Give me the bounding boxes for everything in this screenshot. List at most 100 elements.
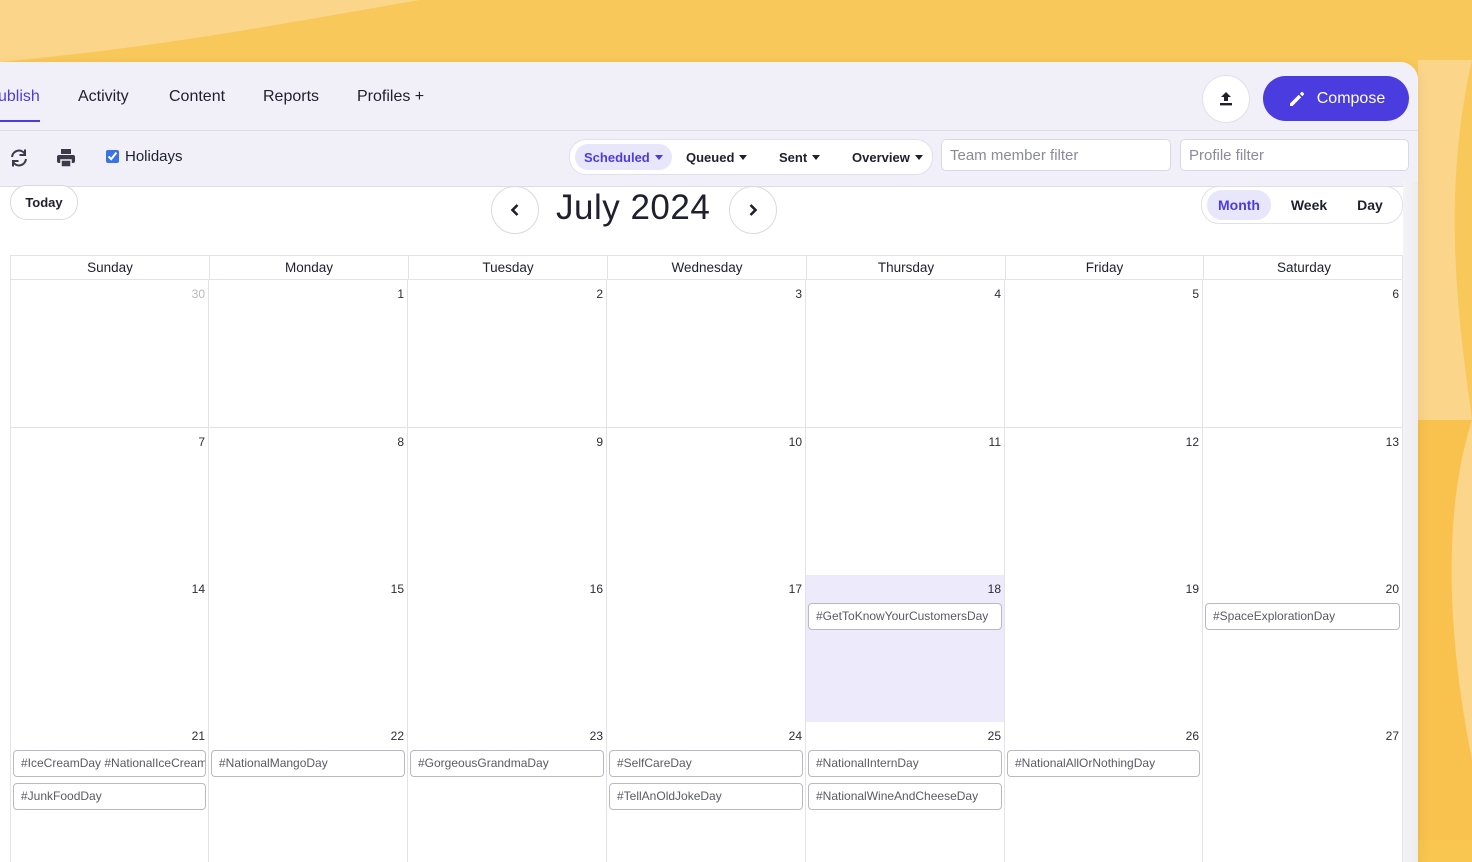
calendar-day-cell[interactable]: 17 bbox=[607, 575, 806, 723]
tab-content[interactable]: Content bbox=[169, 88, 225, 106]
tab-reports[interactable]: Reports bbox=[263, 88, 319, 106]
holidays-checkbox[interactable] bbox=[106, 150, 119, 163]
holiday-event[interactable]: #NationalInternDay bbox=[808, 750, 1002, 777]
day-number: 3 bbox=[795, 287, 802, 301]
day-number: 4 bbox=[994, 287, 1001, 301]
view-month-button[interactable]: Month bbox=[1207, 190, 1271, 220]
upload-icon bbox=[1220, 92, 1232, 106]
day-number: 18 bbox=[987, 582, 1001, 596]
calendar-day-cell[interactable]: 19 bbox=[1005, 575, 1203, 723]
day-number: 17 bbox=[788, 582, 802, 596]
calendar-day-cell[interactable]: 2 bbox=[408, 280, 607, 428]
day-number: 2 bbox=[596, 287, 603, 301]
holiday-event[interactable]: #SelfCareDay bbox=[609, 750, 803, 777]
holiday-event[interactable]: #NationalMangoDay bbox=[211, 750, 405, 777]
day-number: 1 bbox=[397, 287, 404, 301]
calendar-day-cell[interactable]: 23 #GorgeousGrandmaDay bbox=[408, 722, 607, 862]
view-day-button[interactable]: Day bbox=[1344, 190, 1396, 220]
calendar-day-cell[interactable]: 7 bbox=[10, 428, 209, 576]
status-filter-group: Scheduled Queued Sent Overview bbox=[569, 139, 933, 175]
weekday-header: Tuesday bbox=[409, 256, 608, 280]
calendar-day-cell[interactable]: 11 bbox=[806, 428, 1005, 576]
filter-queued[interactable]: Queued bbox=[677, 144, 756, 170]
calendar-day-cell[interactable]: 26 #NationalAllOrNothingDay bbox=[1005, 722, 1203, 862]
day-number: 25 bbox=[987, 729, 1001, 743]
day-number: 23 bbox=[589, 729, 603, 743]
app-window: ublish Activity Content Reports Profiles… bbox=[0, 62, 1418, 862]
holiday-event[interactable]: #GorgeousGrandmaDay bbox=[410, 750, 604, 777]
calendar-day-cell[interactable]: 16 bbox=[408, 575, 607, 723]
day-number: 14 bbox=[191, 582, 205, 596]
calendar-day-cell[interactable]: 14 bbox=[10, 575, 209, 723]
active-tab-indicator bbox=[0, 120, 40, 122]
calendar-day-cell[interactable]: 13 bbox=[1203, 428, 1403, 576]
calendar-day-cell[interactable]: 8 bbox=[209, 428, 408, 576]
day-number: 5 bbox=[1192, 287, 1199, 301]
weekday-header: Wednesday bbox=[608, 256, 807, 280]
month-title: July 2024 bbox=[556, 188, 711, 227]
holidays-toggle[interactable]: Holidays bbox=[106, 148, 183, 165]
filter-queued-label: Queued bbox=[686, 149, 735, 165]
compose-label: Compose bbox=[1316, 89, 1386, 107]
holiday-event[interactable]: #JunkFoodDay bbox=[13, 783, 206, 810]
profile-filter-input[interactable] bbox=[1180, 139, 1409, 171]
calendar-day-cell-today[interactable]: 18 #GetToKnowYourCustomersDay bbox=[806, 575, 1005, 723]
calendar-day-cell[interactable]: 22 #NationalMangoDay bbox=[209, 722, 408, 862]
calendar-day-cell[interactable]: 1 bbox=[209, 280, 408, 428]
prev-month-button[interactable] bbox=[491, 186, 539, 234]
filter-overview[interactable]: Overview bbox=[843, 144, 932, 170]
holiday-event[interactable]: #TellAnOldJokeDay bbox=[609, 783, 803, 810]
day-number: 15 bbox=[390, 582, 404, 596]
calendar-day-cell[interactable]: 3 bbox=[607, 280, 806, 428]
weekday-header: Sunday bbox=[11, 256, 210, 280]
calendar-day-cell[interactable]: 5 bbox=[1005, 280, 1203, 428]
holiday-event[interactable]: #IceCreamDay #NationalIceCreamMonth bbox=[13, 750, 206, 777]
today-button[interactable]: Today bbox=[10, 185, 78, 220]
holiday-event[interactable]: #SpaceExplorationDay bbox=[1205, 603, 1400, 630]
holiday-event[interactable]: #NationalWineAndCheeseDay bbox=[808, 783, 1002, 810]
next-month-button[interactable] bbox=[729, 186, 777, 234]
calendar-day-cell[interactable]: 6 bbox=[1203, 280, 1403, 428]
calendar-day-cell[interactable]: 12 bbox=[1005, 428, 1203, 576]
calendar-day-cell[interactable]: 21 #IceCreamDay #NationalIceCreamMonth #Ju… bbox=[10, 722, 209, 862]
day-number: 22 bbox=[390, 729, 404, 743]
weekday-header: Friday bbox=[1006, 256, 1204, 280]
day-number: 9 bbox=[596, 435, 603, 449]
tab-activity[interactable]: Activity bbox=[78, 88, 129, 106]
top-nav: ublish Activity Content Reports Profiles… bbox=[0, 62, 1418, 131]
upload-button[interactable] bbox=[1202, 75, 1250, 123]
filter-scheduled[interactable]: Scheduled bbox=[575, 144, 672, 170]
print-icon[interactable] bbox=[55, 147, 77, 169]
calendar-day-cell[interactable]: 4 bbox=[806, 280, 1005, 428]
calendar-day-cell[interactable]: 27 bbox=[1203, 722, 1403, 862]
filter-sent[interactable]: Sent bbox=[770, 144, 829, 170]
calendar-day-cell[interactable]: 25 #NationalInternDay #NationalWineAndChee… bbox=[806, 722, 1005, 862]
day-number: 24 bbox=[788, 729, 802, 743]
calendar-day-cell[interactable]: 20 #SpaceExplorationDay bbox=[1203, 575, 1403, 723]
calendar-toolbar: Holidays Scheduled Queued Sent Overview bbox=[0, 131, 1418, 187]
calendar-day-cell[interactable]: 24 #SelfCareDay #TellAnOldJokeDay bbox=[607, 722, 806, 862]
holidays-label: Holidays bbox=[125, 148, 183, 165]
tab-publish[interactable]: ublish bbox=[0, 88, 40, 106]
compose-button[interactable]: Compose bbox=[1263, 76, 1409, 121]
day-number: 10 bbox=[788, 435, 802, 449]
day-number: 11 bbox=[988, 435, 1001, 449]
calendar-day-cell[interactable]: 15 bbox=[209, 575, 408, 723]
holiday-event[interactable]: #GetToKnowYourCustomersDay bbox=[808, 603, 1002, 630]
day-number: 16 bbox=[589, 582, 603, 596]
view-week-button[interactable]: Week bbox=[1280, 190, 1338, 220]
day-number: 26 bbox=[1185, 729, 1199, 743]
team-member-filter-input[interactable] bbox=[941, 139, 1171, 171]
refresh-icon[interactable] bbox=[8, 147, 30, 169]
holiday-event[interactable]: #NationalAllOrNothingDay bbox=[1007, 750, 1200, 777]
tab-profiles[interactable]: Profiles + bbox=[357, 88, 424, 106]
chevron-down-icon bbox=[812, 154, 821, 160]
chevron-down-icon bbox=[914, 154, 923, 160]
chevron-down-icon bbox=[739, 154, 748, 160]
chevron-right-icon bbox=[749, 204, 758, 216]
calendar-day-cell[interactable]: 30 bbox=[10, 280, 209, 428]
day-number: 30 bbox=[191, 287, 205, 301]
calendar-day-cell[interactable]: 9 bbox=[408, 428, 607, 576]
calendar-day-cell[interactable]: 10 bbox=[607, 428, 806, 576]
chevron-left-icon bbox=[510, 204, 519, 216]
